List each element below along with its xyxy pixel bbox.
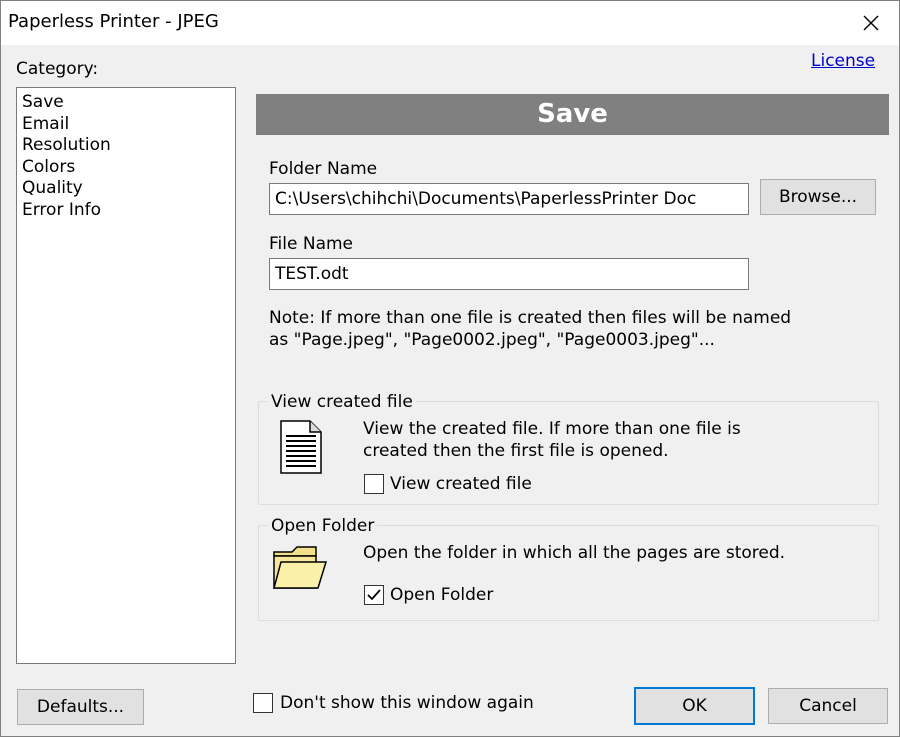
category-item-error-info[interactable]: Error Info [22, 200, 230, 222]
title-bar[interactable]: Paperless Printer - JPEG [1, 1, 899, 45]
view-created-file-description: View the created file. If more than one … [363, 418, 741, 462]
naming-note: Note: If more than one file is created t… [269, 307, 889, 351]
category-item-colors[interactable]: Colors [22, 157, 230, 179]
folder-name-input[interactable]: C:\Users\chihchi\Documents\PaperlessPrin… [269, 183, 749, 215]
view-description-line-2: created then the first file is opened. [363, 441, 669, 461]
dont-show-again-label[interactable]: Don't show this window again [280, 693, 534, 713]
naming-note-line-2: as "Page.jpeg", "Page0002.jpeg", "Page00… [269, 330, 715, 350]
document-icon [280, 420, 322, 474]
dont-show-again-checkbox[interactable] [253, 693, 273, 713]
category-item-save[interactable]: Save [22, 92, 230, 114]
folder-name-label: Folder Name [269, 159, 378, 179]
category-list[interactable]: Save Email Resolution Colors Quality Err… [16, 87, 236, 664]
folder-icon [273, 546, 328, 589]
defaults-button[interactable]: Defaults... [17, 689, 144, 725]
cancel-button[interactable]: Cancel [768, 688, 888, 724]
close-icon [863, 15, 879, 31]
view-created-file-group-title: View created file [268, 392, 416, 412]
category-item-resolution[interactable]: Resolution [22, 135, 230, 157]
ok-button[interactable]: OK [634, 687, 755, 725]
view-created-file-checkbox[interactable] [364, 474, 384, 494]
window-title: Paperless Printer - JPEG [8, 11, 219, 32]
view-created-file-checkbox-label[interactable]: View created file [390, 474, 532, 494]
open-folder-description: Open the folder in which all the pages a… [363, 543, 786, 563]
browse-button[interactable]: Browse... [760, 179, 876, 215]
open-folder-group-title: Open Folder [268, 516, 378, 536]
checkmark-icon [367, 589, 381, 601]
naming-note-line-1: Note: If more than one file is created t… [269, 308, 792, 328]
file-name-input[interactable]: TEST.odt [269, 258, 749, 290]
panel-header: Save [256, 94, 889, 135]
category-item-quality[interactable]: Quality [22, 178, 230, 200]
dialog-window: Paperless Printer - JPEG Category: Licen… [0, 0, 900, 737]
category-label: Category: [16, 59, 99, 79]
file-name-label: File Name [269, 234, 354, 254]
view-description-line-1: View the created file. If more than one … [363, 419, 741, 439]
category-item-email[interactable]: Email [22, 114, 230, 136]
close-button[interactable] [843, 1, 899, 45]
open-folder-checkbox[interactable] [364, 585, 384, 605]
license-link[interactable]: License [811, 51, 875, 71]
open-folder-checkbox-label[interactable]: Open Folder [390, 585, 493, 605]
open-folder-group [258, 525, 879, 621]
